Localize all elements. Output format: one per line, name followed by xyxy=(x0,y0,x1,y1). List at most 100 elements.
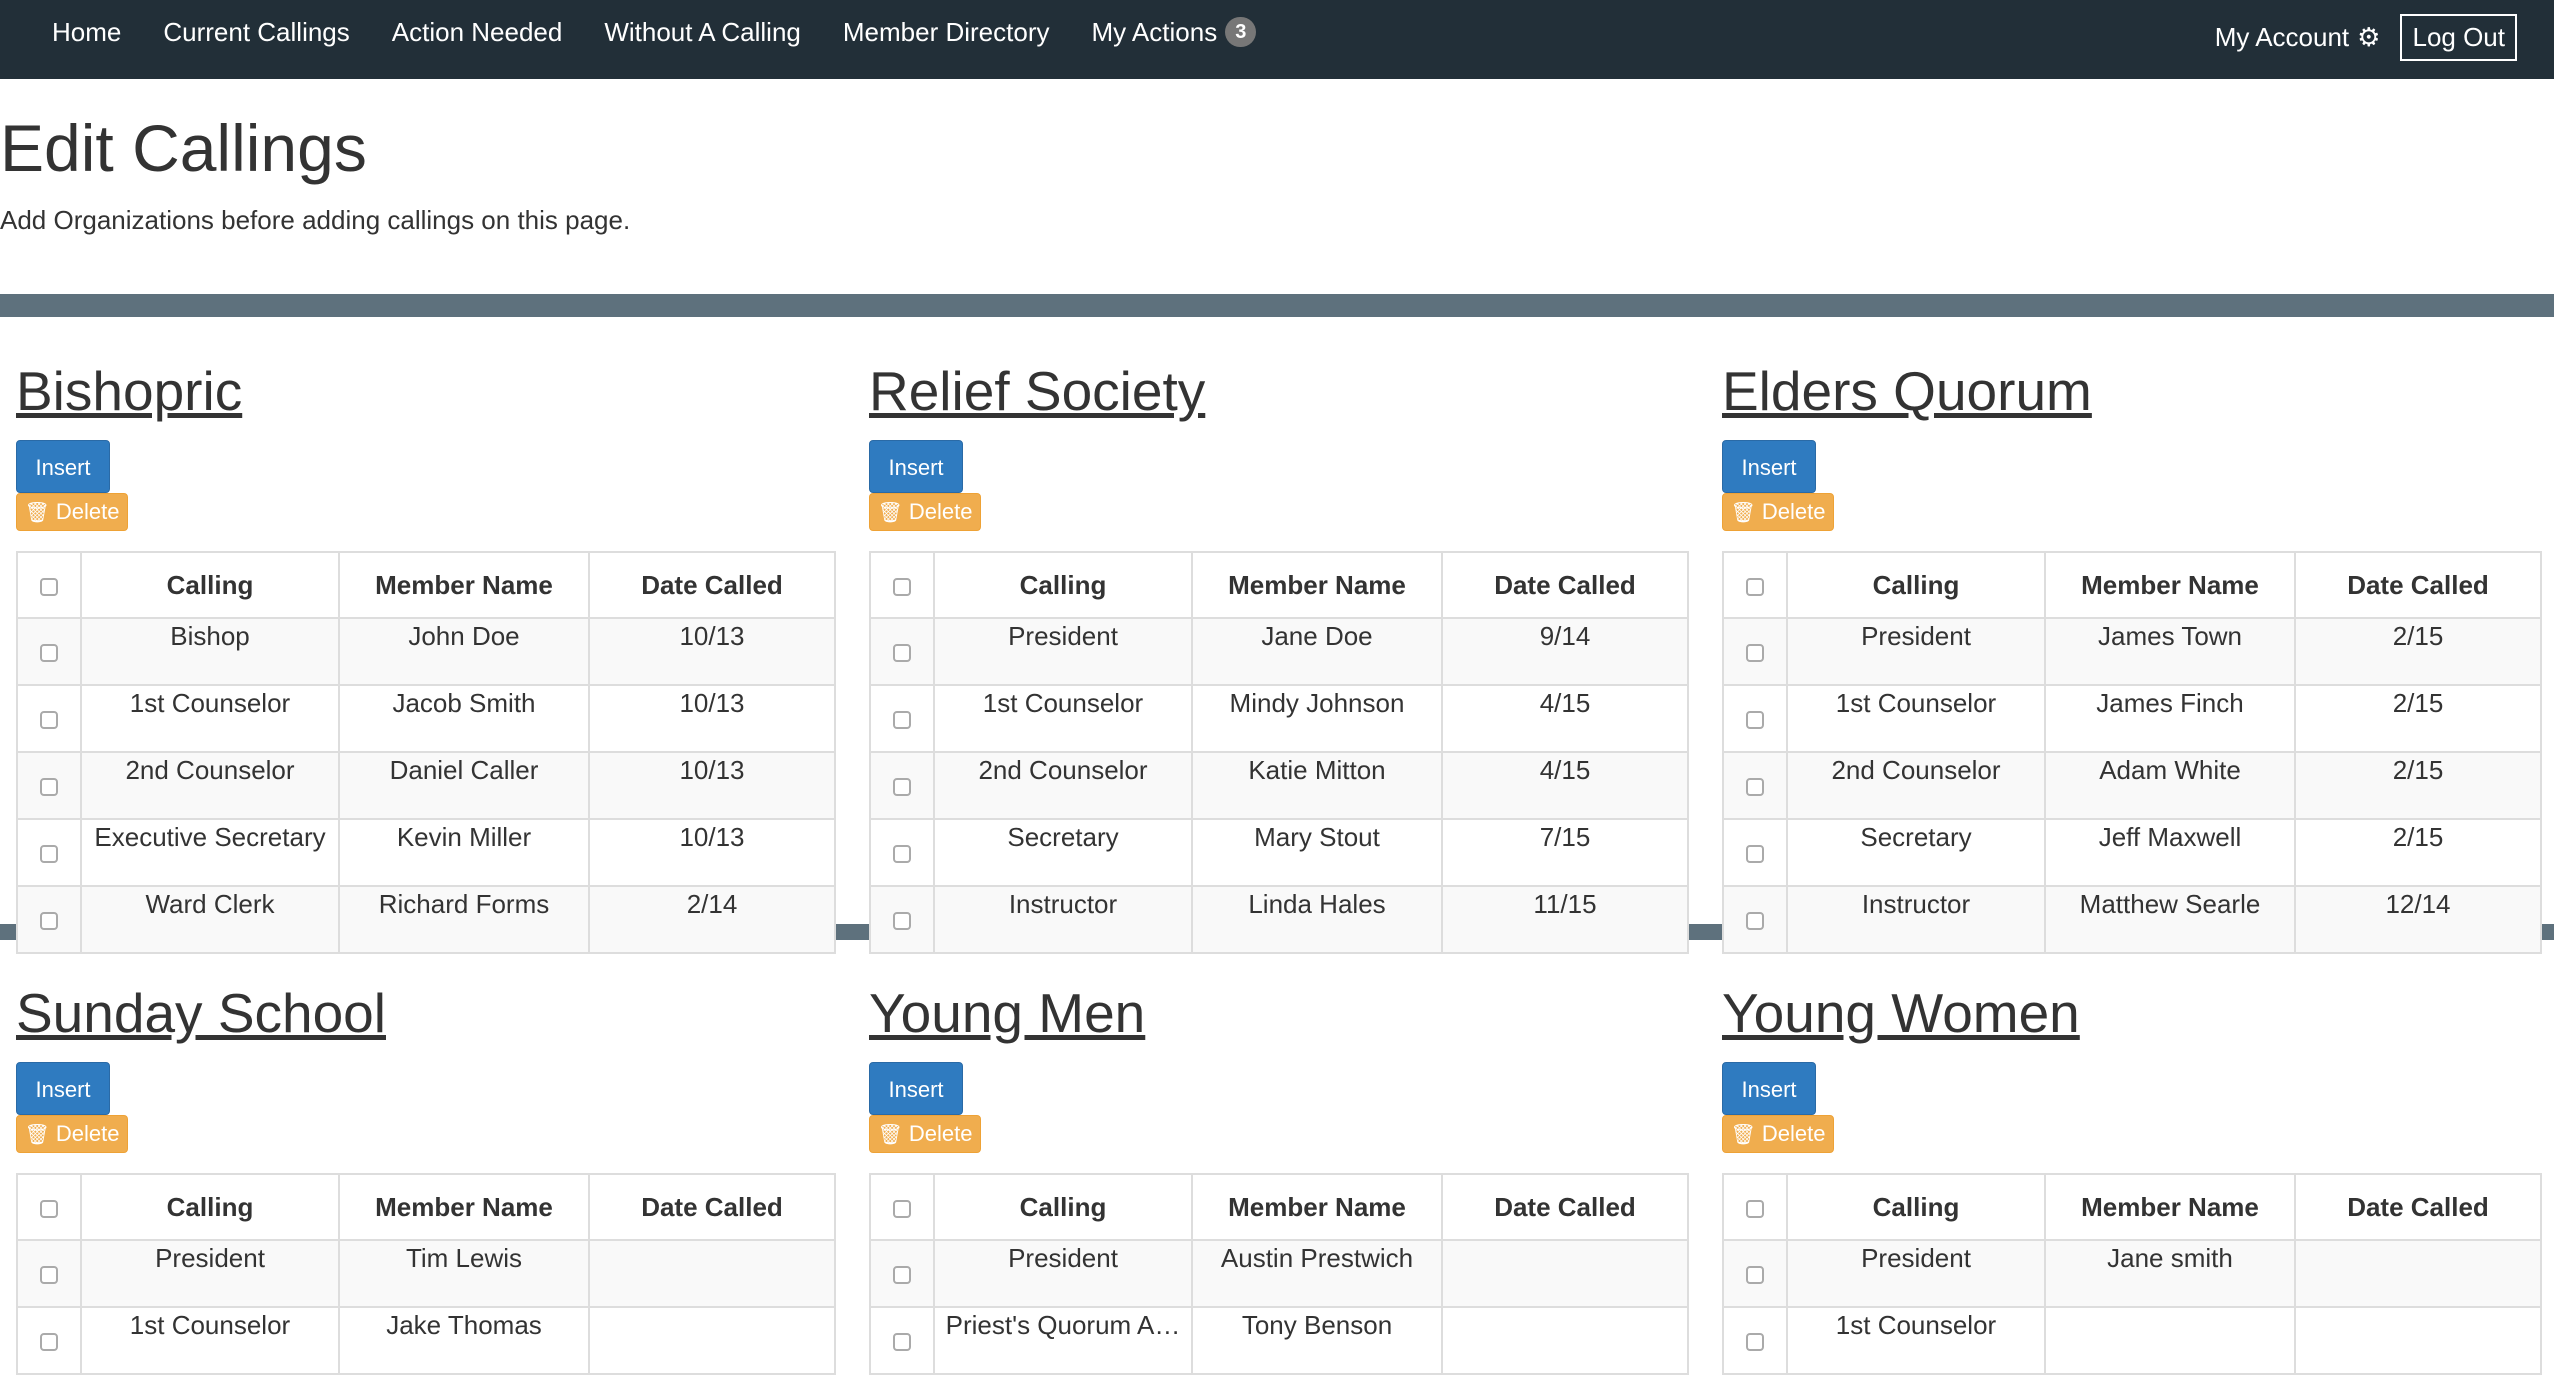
insert-button[interactable]: Insert xyxy=(869,440,963,493)
calling-cell[interactable]: President xyxy=(1786,617,2045,685)
member-name-cell[interactable]: Richard Forms xyxy=(338,885,589,953)
member-name-cell[interactable]: Daniel Caller xyxy=(338,751,589,819)
row-checkbox[interactable] xyxy=(40,1265,58,1284)
nav-without-a-calling[interactable]: Without A Calling xyxy=(604,17,801,48)
calling-cell[interactable]: 1st Counselor xyxy=(80,1306,339,1374)
date-called-cell[interactable]: 10/13 xyxy=(588,751,835,819)
table-row[interactable]: 1st Counselor James Finch 2/15 xyxy=(1722,684,2541,752)
date-called-cell[interactable] xyxy=(2294,1239,2541,1307)
row-checkbox[interactable] xyxy=(40,643,58,662)
calling-cell[interactable]: Instructor xyxy=(1786,885,2045,953)
calling-cell[interactable]: President xyxy=(80,1239,339,1307)
member-name-cell[interactable] xyxy=(2044,1306,2295,1374)
member-name-cell[interactable]: Mindy Johnson xyxy=(1191,684,1442,752)
table-row[interactable]: 1st Counselor Mindy Johnson 4/15 xyxy=(869,684,1688,752)
table-row[interactable]: 2nd Counselor Katie Mitton 4/15 xyxy=(869,751,1688,819)
calling-cell[interactable]: President xyxy=(933,1239,1192,1307)
table-row[interactable]: Instructor Linda Hales 11/15 xyxy=(869,885,1688,953)
date-called-cell[interactable]: 9/14 xyxy=(1441,617,1688,685)
table-row[interactable]: Ward Clerk Richard Forms 2/14 xyxy=(16,885,835,953)
calling-cell[interactable]: Secretary xyxy=(1786,818,2045,886)
logout-button[interactable]: Log Out xyxy=(2400,13,2517,61)
member-name-cell[interactable]: Tim Lewis xyxy=(338,1239,589,1307)
insert-button[interactable]: Insert xyxy=(16,440,110,493)
select-all-checkbox[interactable] xyxy=(40,1199,58,1218)
row-checkbox[interactable] xyxy=(40,911,58,930)
column-header-date-called[interactable]: Date Called xyxy=(2294,551,2542,619)
delete-button[interactable]: 🗑 Delete xyxy=(869,493,981,531)
member-name-cell[interactable]: Jane smith xyxy=(2044,1239,2295,1307)
date-called-cell[interactable] xyxy=(1441,1306,1688,1374)
member-name-cell[interactable]: Linda Hales xyxy=(1191,885,1442,953)
date-called-cell[interactable]: 11/15 xyxy=(1441,885,1688,953)
org-title[interactable]: Young Men xyxy=(869,978,1687,1048)
delete-button[interactable]: 🗑 Delete xyxy=(869,1115,981,1153)
table-row[interactable]: 2nd Counselor Adam White 2/15 xyxy=(1722,751,2541,819)
nav-current-callings[interactable]: Current Callings xyxy=(163,17,349,48)
org-title[interactable]: Sunday School xyxy=(16,978,834,1048)
delete-button[interactable]: 🗑 Delete xyxy=(1722,1115,1834,1153)
row-checkbox[interactable] xyxy=(893,911,911,930)
column-header-member-name[interactable]: Member Name xyxy=(1191,1173,1443,1241)
date-called-cell[interactable] xyxy=(588,1306,835,1374)
nav-home[interactable]: Home xyxy=(52,17,121,48)
insert-button[interactable]: Insert xyxy=(1722,440,1816,493)
table-row[interactable]: 2nd Counselor Daniel Caller 10/13 xyxy=(16,751,835,819)
member-name-cell[interactable]: Matthew Searle xyxy=(2044,885,2295,953)
table-row[interactable]: Secretary Mary Stout 7/15 xyxy=(869,818,1688,886)
member-name-cell[interactable]: Mary Stout xyxy=(1191,818,1442,886)
date-called-cell[interactable]: 10/13 xyxy=(588,684,835,752)
row-checkbox[interactable] xyxy=(40,777,58,796)
table-row[interactable]: President Jane Doe 9/14 xyxy=(869,617,1688,685)
table-row[interactable]: Bishop John Doe 10/13 xyxy=(16,617,835,685)
member-name-cell[interactable]: James Finch xyxy=(2044,684,2295,752)
column-header-date-called[interactable]: Date Called xyxy=(588,551,836,619)
member-name-cell[interactable]: Jake Thomas xyxy=(338,1306,589,1374)
delete-button[interactable]: 🗑 Delete xyxy=(16,493,128,531)
member-name-cell[interactable]: Jacob Smith xyxy=(338,684,589,752)
column-header-member-name[interactable]: Member Name xyxy=(338,1173,590,1241)
calling-cell[interactable]: 1st Counselor xyxy=(1786,684,2045,752)
column-header-calling[interactable]: Calling xyxy=(80,551,340,619)
date-called-cell[interactable]: 4/15 xyxy=(1441,684,1688,752)
row-checkbox[interactable] xyxy=(1746,911,1764,930)
column-header-date-called[interactable]: Date Called xyxy=(1441,551,1689,619)
table-row[interactable]: President James Town 2/15 xyxy=(1722,617,2541,685)
column-header-calling[interactable]: Calling xyxy=(1786,1173,2046,1241)
row-checkbox[interactable] xyxy=(1746,643,1764,662)
calling-cell[interactable]: 2nd Counselor xyxy=(1786,751,2045,819)
column-header-member-name[interactable]: Member Name xyxy=(338,551,590,619)
row-checkbox[interactable] xyxy=(1746,710,1764,729)
column-header-member-name[interactable]: Member Name xyxy=(1191,551,1443,619)
row-checkbox[interactable] xyxy=(893,1265,911,1284)
date-called-cell[interactable]: 2/15 xyxy=(2294,684,2541,752)
insert-button[interactable]: Insert xyxy=(869,1062,963,1115)
member-name-cell[interactable]: Austin Prestwich xyxy=(1191,1239,1442,1307)
table-row[interactable]: 1st Counselor Jake Thomas xyxy=(16,1306,835,1374)
row-checkbox[interactable] xyxy=(1746,1265,1764,1284)
table-row[interactable]: Instructor Matthew Searle 12/14 xyxy=(1722,885,2541,953)
member-name-cell[interactable]: James Town xyxy=(2044,617,2295,685)
row-checkbox[interactable] xyxy=(40,710,58,729)
calling-cell[interactable]: Priest's Quorum A… xyxy=(933,1306,1192,1374)
calling-cell[interactable]: Executive Secretary xyxy=(80,818,339,886)
column-header-calling[interactable]: Calling xyxy=(933,1173,1193,1241)
date-called-cell[interactable] xyxy=(588,1239,835,1307)
column-header-date-called[interactable]: Date Called xyxy=(588,1173,836,1241)
column-header-calling[interactable]: Calling xyxy=(1786,551,2046,619)
row-checkbox[interactable] xyxy=(893,643,911,662)
table-row[interactable]: Secretary Jeff Maxwell 2/15 xyxy=(1722,818,2541,886)
calling-cell[interactable]: Bishop xyxy=(80,617,339,685)
table-row[interactable]: President Jane smith xyxy=(1722,1239,2541,1307)
calling-cell[interactable]: 2nd Counselor xyxy=(80,751,339,819)
date-called-cell[interactable]: 10/13 xyxy=(588,617,835,685)
my-account-link[interactable]: My Account ⚙ xyxy=(2215,22,2381,53)
calling-cell[interactable]: 1st Counselor xyxy=(1786,1306,2045,1374)
row-checkbox[interactable] xyxy=(893,710,911,729)
date-called-cell[interactable]: 4/15 xyxy=(1441,751,1688,819)
table-row[interactable]: President Austin Prestwich xyxy=(869,1239,1688,1307)
member-name-cell[interactable]: Jane Doe xyxy=(1191,617,1442,685)
select-all-checkbox[interactable] xyxy=(893,1199,911,1218)
calling-cell[interactable]: Instructor xyxy=(933,885,1192,953)
column-header-calling[interactable]: Calling xyxy=(80,1173,340,1241)
